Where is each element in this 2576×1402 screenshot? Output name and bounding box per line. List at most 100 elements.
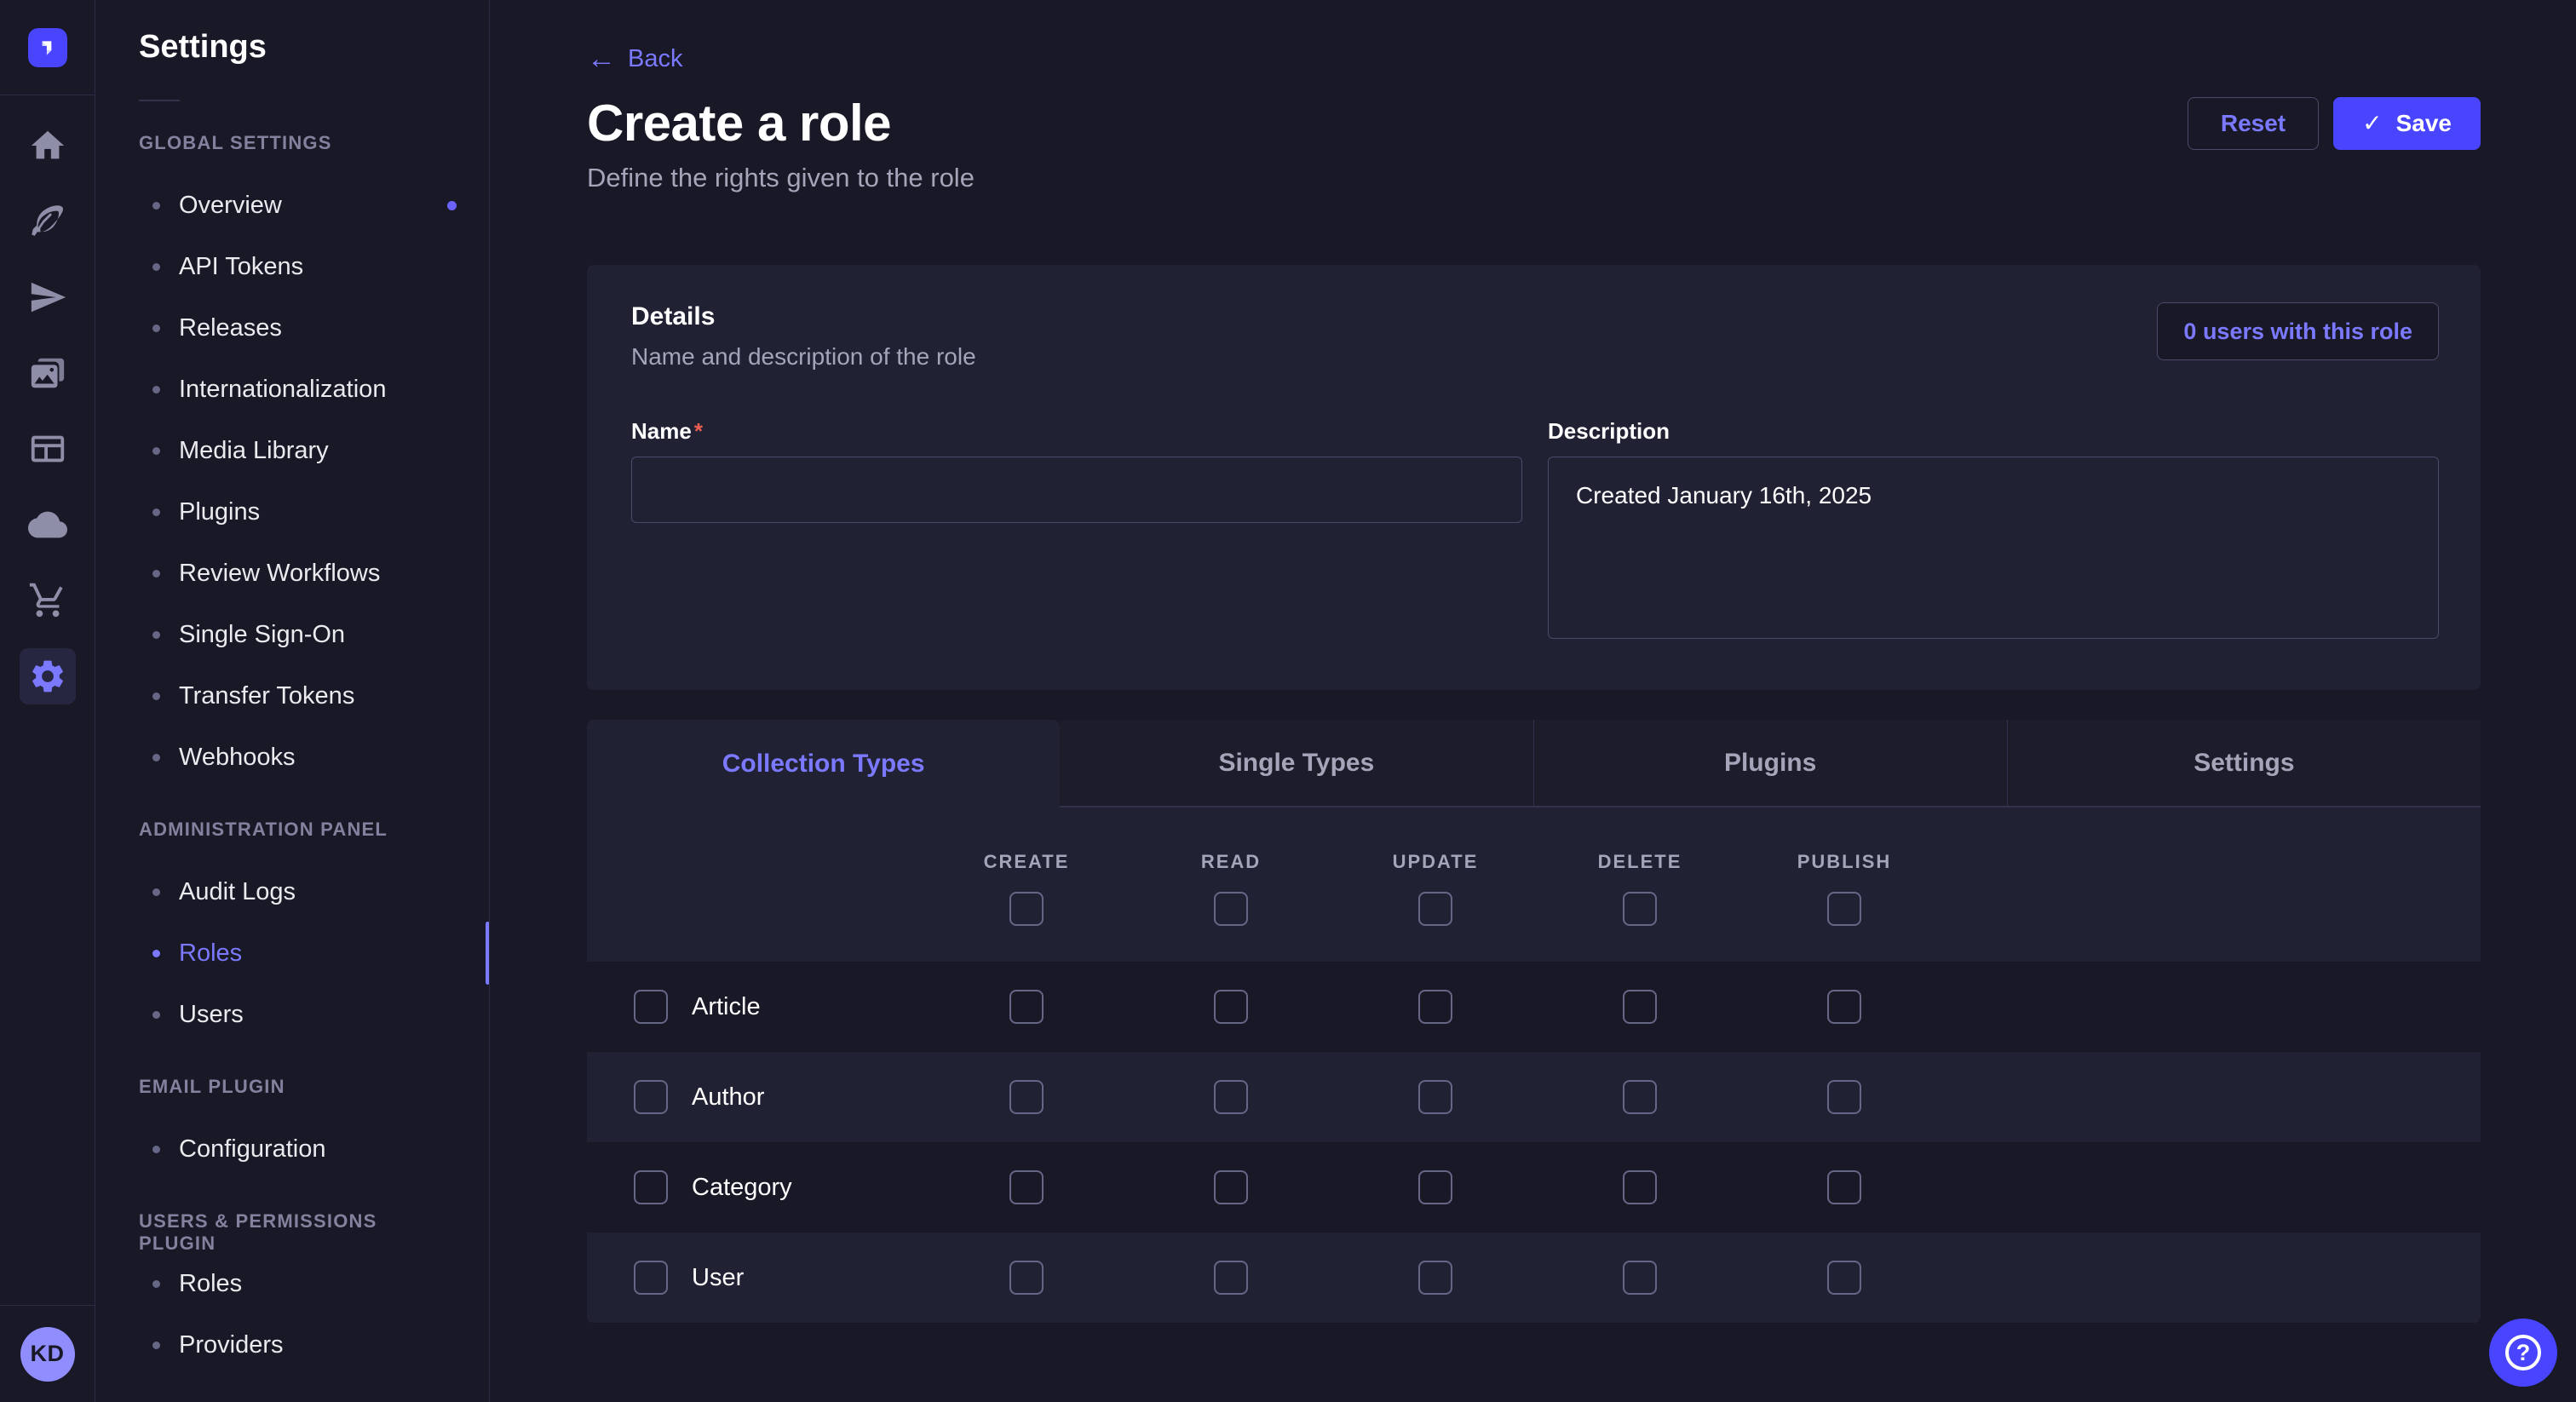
select-all-create-checkbox[interactable]: [1009, 892, 1044, 926]
table-row-user: User: [587, 1232, 2481, 1323]
author-create-checkbox[interactable]: [1009, 1080, 1044, 1114]
row-article-checkbox[interactable]: [634, 990, 668, 1024]
category-read-checkbox[interactable]: [1214, 1170, 1248, 1204]
bullet-icon: [152, 1342, 160, 1349]
users-with-role-button[interactable]: 0 users with this role: [2157, 302, 2439, 360]
category-create-checkbox[interactable]: [1009, 1170, 1044, 1204]
gear-icon[interactable]: [0, 638, 95, 714]
table-row-author: Author: [587, 1052, 2481, 1142]
rail-footer: KD: [0, 1305, 95, 1402]
permissions-header-row: CREATE READ UPDATE DELETE: [587, 807, 2481, 962]
sidebar-item-plugins[interactable]: Plugins: [139, 481, 457, 543]
bullet-icon: [152, 888, 160, 896]
feather-icon[interactable]: [0, 183, 95, 259]
article-create-checkbox[interactable]: [1009, 990, 1044, 1024]
user-delete-checkbox[interactable]: [1623, 1261, 1657, 1295]
name-input[interactable]: [631, 457, 1522, 523]
sidebar-item-providers[interactable]: Providers: [139, 1314, 457, 1376]
bullet-icon: [152, 631, 160, 639]
help-button[interactable]: ?: [2489, 1319, 2557, 1387]
tab-settings[interactable]: Settings: [2007, 720, 2481, 807]
description-field-group: Description Created January 16th, 2025: [1548, 418, 2439, 643]
article-delete-checkbox[interactable]: [1623, 990, 1657, 1024]
main-content: ← Back Create a role Reset ✓ Save Define…: [490, 0, 2576, 1402]
paper-plane-icon[interactable]: [0, 259, 95, 335]
description-textarea[interactable]: Created January 16th, 2025: [1548, 457, 2439, 639]
table-row-article: Article: [587, 962, 2481, 1052]
user-create-checkbox[interactable]: [1009, 1261, 1044, 1295]
author-publish-checkbox[interactable]: [1827, 1080, 1861, 1114]
bullet-icon: [152, 1011, 160, 1019]
article-publish-checkbox[interactable]: [1827, 990, 1861, 1024]
nav-title: Settings: [139, 29, 457, 66]
row-category-checkbox[interactable]: [634, 1170, 668, 1204]
category-update-checkbox[interactable]: [1418, 1170, 1452, 1204]
sidebar-item-roles[interactable]: Roles: [139, 922, 457, 984]
bullet-icon: [152, 692, 160, 700]
save-button[interactable]: ✓ Save: [2333, 97, 2481, 150]
sidebar-item-single-sign-on[interactable]: Single Sign-On: [139, 604, 457, 665]
nav-section-administration-panel: ADMINISTRATION PANEL Audit Logs Roles Us…: [139, 819, 457, 1045]
article-read-checkbox[interactable]: [1214, 990, 1248, 1024]
row-label: Author: [692, 1083, 764, 1112]
details-card: Details Name and description of the role…: [587, 265, 2481, 690]
sidebar-item-users[interactable]: Users: [139, 984, 457, 1045]
select-all-update-checkbox[interactable]: [1418, 892, 1452, 926]
header-actions: Reset ✓ Save: [2188, 97, 2481, 150]
column-header-read: READ: [1201, 851, 1261, 873]
user-read-checkbox[interactable]: [1214, 1261, 1248, 1295]
details-title: Details: [631, 302, 976, 331]
sidebar-item-configuration[interactable]: Configuration: [139, 1118, 457, 1180]
tab-collection-types[interactable]: Collection Types: [587, 720, 1060, 807]
sidebar-item-transfer-tokens[interactable]: Transfer Tokens: [139, 665, 457, 727]
tab-bar: Collection Types Single Types Plugins Se…: [587, 720, 2481, 807]
author-read-checkbox[interactable]: [1214, 1080, 1248, 1114]
sidebar-item-up-roles[interactable]: Roles: [139, 1253, 457, 1314]
layout-icon[interactable]: [0, 411, 95, 486]
images-icon[interactable]: [0, 335, 95, 411]
user-update-checkbox[interactable]: [1418, 1261, 1452, 1295]
author-delete-checkbox[interactable]: [1623, 1080, 1657, 1114]
shopping-cart-icon[interactable]: [0, 562, 95, 638]
sidebar-item-review-workflows[interactable]: Review Workflows: [139, 543, 457, 604]
nav-section-header: GLOBAL SETTINGS: [139, 132, 457, 151]
back-link[interactable]: ← Back: [587, 44, 682, 73]
bullet-icon: [152, 325, 160, 332]
column-header-publish: PUBLISH: [1797, 851, 1892, 873]
icon-rail: KD: [0, 0, 95, 1402]
tab-single-types[interactable]: Single Types: [1060, 720, 1532, 807]
cloud-icon[interactable]: [0, 486, 95, 562]
sidebar-item-api-tokens[interactable]: API Tokens: [139, 236, 457, 297]
row-user-checkbox[interactable]: [634, 1261, 668, 1295]
strapi-logo[interactable]: [28, 28, 67, 67]
bullet-icon: [152, 950, 160, 957]
description-label: Description: [1548, 418, 2439, 445]
sidebar-item-overview[interactable]: Overview: [139, 175, 457, 236]
reset-button[interactable]: Reset: [2188, 97, 2319, 150]
select-all-publish-checkbox[interactable]: [1827, 892, 1861, 926]
nav-section-global-settings: GLOBAL SETTINGS Overview API Tokens Rele…: [139, 132, 457, 788]
category-publish-checkbox[interactable]: [1827, 1170, 1861, 1204]
sidebar-item-releases[interactable]: Releases: [139, 297, 457, 359]
bullet-icon: [152, 509, 160, 516]
bullet-icon: [152, 570, 160, 577]
user-publish-checkbox[interactable]: [1827, 1261, 1861, 1295]
avatar[interactable]: KD: [20, 1327, 75, 1382]
table-row-category: Category: [587, 1142, 2481, 1232]
sidebar-item-audit-logs[interactable]: Audit Logs: [139, 861, 457, 922]
sidebar-item-media-library[interactable]: Media Library: [139, 420, 457, 481]
sidebar-item-webhooks[interactable]: Webhooks: [139, 727, 457, 788]
row-author-checkbox[interactable]: [634, 1080, 668, 1114]
author-update-checkbox[interactable]: [1418, 1080, 1452, 1114]
tab-plugins[interactable]: Plugins: [1533, 720, 2007, 807]
category-delete-checkbox[interactable]: [1623, 1170, 1657, 1204]
logo-area: [0, 0, 95, 95]
strapi-logo-glyph: [37, 37, 59, 59]
article-update-checkbox[interactable]: [1418, 990, 1452, 1024]
name-field-group: Name*: [631, 418, 1522, 643]
home-icon[interactable]: [0, 107, 95, 183]
select-all-delete-checkbox[interactable]: [1623, 892, 1657, 926]
rail-icon-list: [0, 95, 95, 1305]
sidebar-item-internationalization[interactable]: Internationalization: [139, 359, 457, 420]
select-all-read-checkbox[interactable]: [1214, 892, 1248, 926]
